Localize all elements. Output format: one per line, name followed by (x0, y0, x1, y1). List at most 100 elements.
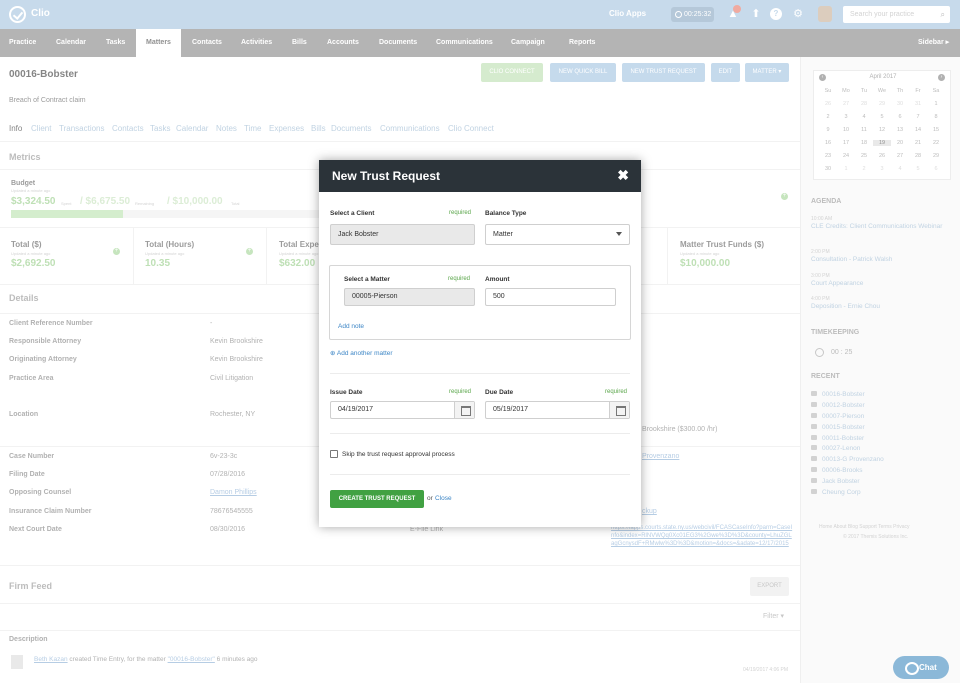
recent-item[interactable]: Cheung Corp (811, 489, 861, 496)
calendar-day[interactable]: 6 (891, 114, 909, 120)
opposing-counsel-link[interactable]: Damon Phillips (210, 489, 257, 496)
calendar-day[interactable]: 28 (909, 153, 927, 159)
add-note-link[interactable]: Add note (338, 323, 364, 330)
clock-icon[interactable] (815, 348, 824, 357)
calendar-day[interactable]: 30 (891, 101, 909, 107)
create-trust-request-button[interactable]: CREATE TRUST REQUEST (330, 490, 424, 508)
search-input[interactable]: Search your practice ⌕ (843, 6, 950, 23)
tab-documents[interactable]: Documents (331, 124, 371, 133)
calendar-day[interactable]: 17 (837, 140, 855, 146)
recent-item[interactable]: 00027-Lenon (811, 445, 860, 452)
nav-communications[interactable]: Communications (436, 29, 493, 57)
efile-link[interactable]: https://iapps.courts.state.ny.us/webcivi… (611, 524, 793, 548)
calendar-day[interactable]: 20 (891, 140, 909, 146)
tab-time[interactable]: Time (244, 124, 261, 133)
clio-apps-link[interactable]: Clio Apps (609, 9, 646, 18)
recent-item[interactable]: 00015-Bobster (811, 424, 865, 431)
add-total-dollars-icon[interactable]: + (113, 248, 120, 255)
calendar-day[interactable]: 4 (891, 166, 909, 172)
matter-menu-button[interactable]: MATTER ▾ (745, 63, 789, 82)
add-another-matter-link[interactable]: ⊕ Add another matter (330, 349, 393, 357)
calendar-day[interactable]: 12 (873, 127, 891, 133)
calendar-day[interactable]: 25 (855, 153, 873, 159)
nav-reports[interactable]: Reports (569, 29, 595, 57)
calendar-day[interactable]: 5 (873, 114, 891, 120)
new-quick-bill-button[interactable]: NEW QUICK BILL (550, 63, 616, 82)
calendar-day[interactable]: 4 (855, 114, 873, 120)
calendar-day[interactable]: 9 (819, 127, 837, 133)
recent-item[interactable]: Jack Bobster (811, 478, 860, 485)
client-field[interactable]: Jack Bobster (330, 224, 475, 245)
calendar-day[interactable]: 15 (927, 127, 945, 133)
gear-icon[interactable]: ⚙ (792, 8, 804, 20)
calendar-day[interactable]: 3 (837, 114, 855, 120)
calendar-day[interactable]: 24 (837, 153, 855, 159)
app-logo-text[interactable]: Clio (31, 8, 50, 19)
calendar-day[interactable]: 27 (891, 153, 909, 159)
tab-transactions[interactable]: Transactions (59, 124, 105, 133)
agenda-item[interactable]: Consultation - Patrick Walsh (811, 256, 892, 263)
agenda-item[interactable]: Court Appearance (811, 280, 863, 287)
calendar-icon[interactable] (609, 402, 629, 418)
calendar-day[interactable]: 16 (819, 140, 837, 146)
nav-practice[interactable]: Practice (9, 29, 36, 57)
calendar-day[interactable]: 21 (909, 140, 927, 146)
calendar-day[interactable]: 1 (837, 166, 855, 172)
feed-matter-link[interactable]: "00016-Bobster" (168, 656, 215, 663)
agenda-item[interactable]: Deposition - Ernie Chou (811, 303, 880, 310)
calendar-day[interactable]: 5 (909, 166, 927, 172)
tab-communications[interactable]: Communications (380, 124, 440, 133)
export-button[interactable]: EXPORT (750, 577, 789, 596)
calendar-day[interactable]: 2 (855, 166, 873, 172)
recent-item[interactable]: 00007-Pierson (811, 413, 864, 420)
calendar-day[interactable]: 29 (927, 153, 945, 159)
calendar-day[interactable]: 13 (891, 127, 909, 133)
search-icon[interactable]: ⌕ (941, 6, 945, 23)
timer-button[interactable]: 00:25:32 (671, 7, 714, 22)
recent-item[interactable]: 00012-Bobster (811, 402, 865, 409)
close-link[interactable]: Close (435, 495, 452, 502)
recent-item[interactable]: 00006-Brooks (811, 467, 862, 474)
matter-field[interactable]: 00005-Pierson (344, 288, 475, 306)
nav-documents[interactable]: Documents (379, 29, 417, 57)
amount-field[interactable]: 500 (485, 288, 616, 306)
tab-bills[interactable]: Bills (311, 124, 326, 133)
tab-notes[interactable]: Notes (216, 124, 237, 133)
calendar-day[interactable]: 19 (873, 140, 891, 146)
calendar-day[interactable]: 29 (873, 101, 891, 107)
calendar-day[interactable]: 23 (819, 153, 837, 159)
due-date-field[interactable]: 05/19/2017 (485, 401, 630, 419)
balance-type-select[interactable]: Matter (485, 224, 630, 245)
tab-calendar[interactable]: Calendar (176, 124, 208, 133)
next-month-icon[interactable]: › (938, 74, 945, 81)
calendar-icon[interactable] (454, 402, 474, 418)
nav-activities[interactable]: Activities (241, 29, 272, 57)
tab-tasks[interactable]: Tasks (150, 124, 170, 133)
calendar-day[interactable]: 2 (819, 114, 837, 120)
add-total-hours-icon[interactable]: + (246, 248, 253, 255)
add-budget-icon[interactable]: + (781, 193, 788, 200)
new-trust-request-button[interactable]: NEW TRUST REQUEST (622, 63, 705, 82)
nav-campaign[interactable]: Campaign (511, 29, 545, 57)
detail-link[interactable]: Provenzano (642, 453, 679, 460)
help-icon[interactable]: ? (770, 8, 782, 20)
issue-date-field[interactable]: 04/19/2017 (330, 401, 475, 419)
updates-icon[interactable]: ⬆ (750, 8, 762, 20)
tab-contacts[interactable]: Contacts (112, 124, 144, 133)
calendar-day[interactable]: 26 (873, 153, 891, 159)
agenda-item[interactable]: CLE Credits: Client Communications Webin… (811, 223, 951, 231)
tab-client[interactable]: Client (31, 124, 51, 133)
close-icon[interactable]: ✖ (617, 167, 629, 184)
tab-info[interactable]: Info (9, 124, 22, 133)
sidebar-toggle[interactable]: Sidebar ▸ (918, 29, 949, 57)
calendar-day[interactable]: 6 (927, 166, 945, 172)
skip-approval-checkbox[interactable] (330, 450, 338, 458)
calendar-day[interactable]: 3 (873, 166, 891, 172)
clio-logo-icon[interactable] (9, 6, 26, 23)
chat-button[interactable]: Chat (893, 656, 949, 679)
nav-matters[interactable]: Matters (136, 29, 181, 57)
nav-calendar[interactable]: Calendar (56, 29, 86, 57)
tab-expenses[interactable]: Expenses (269, 124, 304, 133)
calendar-day[interactable]: 1 (927, 101, 945, 107)
nav-accounts[interactable]: Accounts (327, 29, 359, 57)
